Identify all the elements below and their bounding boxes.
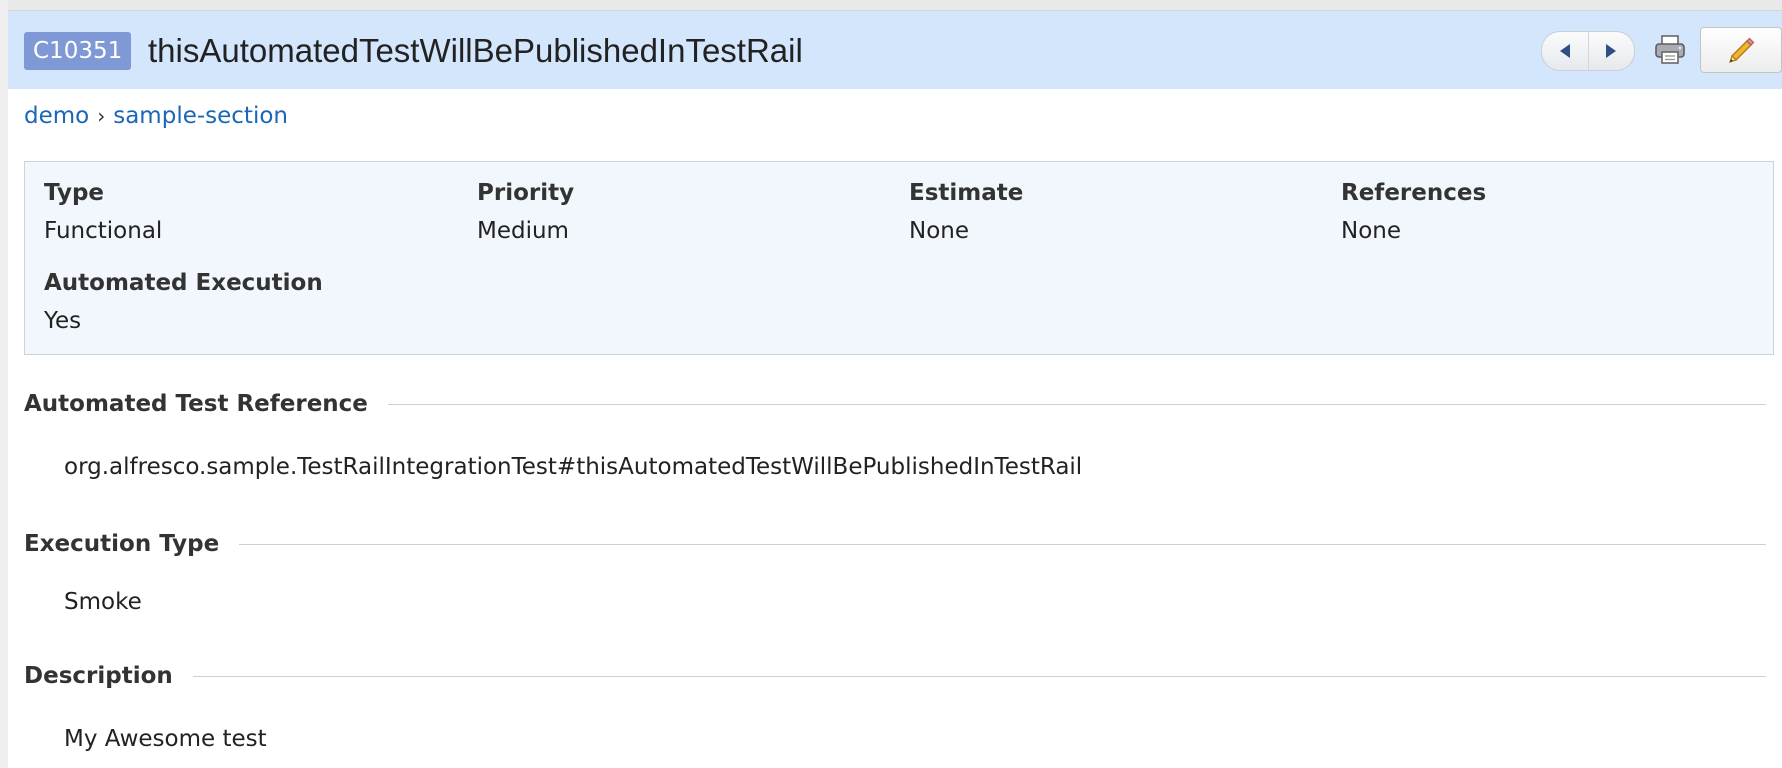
section-description: Description: [24, 659, 1766, 693]
property-automated-execution: Automated Execution Yes: [44, 268, 323, 336]
property-label: Priority: [477, 180, 575, 206]
breadcrumb-separator: ›: [97, 104, 106, 128]
section-title: Description: [24, 663, 173, 689]
breadcrumb-link-sample-section[interactable]: sample-section: [113, 103, 288, 129]
property-value: None: [1341, 218, 1402, 244]
property-references: References None: [1341, 178, 1486, 246]
next-case-button[interactable]: [1587, 32, 1635, 70]
previous-case-button[interactable]: [1542, 32, 1588, 70]
section-divider: [239, 543, 1766, 545]
section-divider: [387, 403, 1766, 405]
case-properties-panel: Type Functional Priority Medium Estimate…: [24, 161, 1774, 355]
property-value: Medium: [477, 218, 569, 244]
section-execution-type: Execution Type: [24, 527, 1766, 561]
automated-test-reference-value: org.alfresco.sample.TestRailIntegrationT…: [64, 454, 1083, 480]
property-type: Type Functional: [44, 178, 162, 246]
property-priority: Priority Medium: [477, 178, 574, 246]
property-label: References: [1341, 180, 1487, 206]
pencil-icon: [1729, 37, 1755, 63]
case-id-badge: C10351: [24, 32, 132, 70]
print-button[interactable]: [1648, 30, 1692, 70]
edit-button[interactable]: [1700, 27, 1782, 73]
case-header: C10351 thisAutomatedTestWillBePublishedI…: [8, 11, 1782, 89]
case-navigation: [1541, 31, 1635, 71]
breadcrumb: demo › sample-section: [24, 100, 288, 132]
breadcrumb-link-demo[interactable]: demo: [24, 103, 89, 129]
execution-type-value: Smoke: [64, 589, 142, 615]
property-value: None: [909, 218, 970, 244]
case-title: thisAutomatedTestWillBePublishedInTestRa…: [148, 32, 803, 69]
property-estimate: Estimate None: [909, 178, 1023, 246]
test-case-page: C10351 thisAutomatedTestWillBePublishedI…: [0, 0, 1782, 768]
printer-icon: [1655, 35, 1685, 64]
property-value: Functional: [44, 218, 163, 244]
property-label: Estimate: [909, 180, 1024, 206]
section-divider: [192, 675, 1766, 677]
section-title: Execution Type: [24, 531, 220, 557]
top-strip: [8, 0, 1782, 11]
caret-right-icon: [1606, 44, 1617, 58]
section-automated-test-reference: Automated Test Reference: [24, 387, 1766, 421]
property-label: Type: [44, 180, 105, 206]
caret-left-icon: [1559, 44, 1570, 58]
section-title: Automated Test Reference: [24, 391, 368, 417]
property-value: Yes: [44, 308, 82, 334]
property-label: Automated Execution: [44, 270, 323, 296]
description-value: My Awesome test: [64, 726, 267, 752]
